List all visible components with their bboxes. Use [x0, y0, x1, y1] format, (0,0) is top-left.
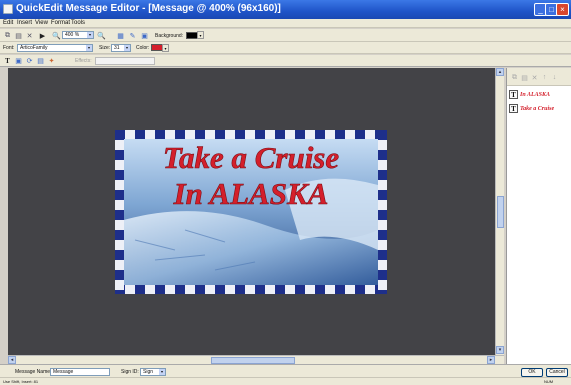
menu-edit[interactable]: Edit [3, 20, 13, 26]
message-name-label: Message Name: [15, 369, 52, 375]
message-preview[interactable]: Take a Cruise In ALASKA [115, 130, 387, 294]
color-label: Color: [136, 45, 150, 51]
text-color-dropdown[interactable]: ▾ [162, 44, 169, 52]
menu-tools[interactable]: Tools [71, 20, 85, 26]
vertical-scroll-thumb[interactable] [497, 196, 504, 228]
size-select[interactable]: 31 ▾ [111, 44, 131, 52]
title-bar: QuickEdit Message Editor - [Message @ 40… [0, 0, 571, 19]
message-properties-bar: Message Name: Message Sign ID: Sign ▾ OK … [0, 364, 571, 377]
background-label: Background: [155, 33, 184, 39]
text-layer-icon: T [509, 104, 518, 113]
app-icon [3, 4, 13, 14]
horizontal-scroll-thumb[interactable] [211, 357, 295, 364]
graphic-tool-icon[interactable]: ✦ [47, 56, 56, 65]
effects-label: Effects: [75, 58, 92, 64]
main-toolbar: ⧉ ▤ ✕ ▶ 🔍 400 % ▾ 🔍 ▦ ✎ ▣ Background: ▾ [0, 29, 571, 42]
ok-button[interactable]: OK [521, 368, 543, 377]
message-line-2: In ALASKA [173, 176, 329, 211]
menu-format[interactable]: Format [51, 20, 70, 26]
layer-down-icon[interactable]: ↓ [550, 73, 559, 82]
layers-toolbar: ⧉ ▤ ✕ ↑ ↓ [507, 68, 571, 86]
text-layer-icon: T [509, 90, 518, 99]
close-button[interactable]: × [556, 3, 569, 16]
grid-icon[interactable]: ▦ [116, 31, 125, 40]
delete-icon[interactable]: ✕ [25, 31, 34, 40]
scroll-right-icon[interactable]: ▸ [487, 356, 495, 364]
horizontal-scrollbar[interactable]: ◂ ▸ [8, 355, 504, 364]
insert-toolbar: T ▣ ⟳ ▤ ✦ Effects: [0, 55, 571, 67]
format-toolbar: Font: ArticoFamily ▾ Size: 31 ▾ Color: ▾ [0, 42, 571, 54]
status-bar: Use Shift, Insert: 81 NUM [0, 377, 571, 385]
menu-bar: Edit Insert View Format Tools [0, 19, 571, 28]
clock-tool-icon[interactable]: ▤ [36, 56, 45, 65]
font-label: Font: [3, 45, 15, 51]
vertical-scrollbar[interactable]: ▴ ▾ [495, 68, 504, 355]
cancel-button[interactable]: Cancel [546, 368, 568, 377]
window-title: QuickEdit Message Editor - [Message @ 40… [16, 3, 281, 14]
menu-view[interactable]: View [35, 20, 48, 26]
sign-id-label: Sign ID: [121, 369, 139, 375]
zoom-in-icon[interactable]: 🔍 [97, 31, 106, 40]
size-label: Size: [99, 45, 111, 51]
status-text: Use Shift, Insert: 81 [3, 379, 39, 384]
layer-label: Take a Cruise [520, 105, 555, 112]
edit-icon[interactable]: ✎ [128, 31, 137, 40]
layer-item[interactable]: T Take a Cruise [509, 103, 570, 114]
copy-icon[interactable]: ⧉ [3, 31, 12, 40]
layer-copy-icon[interactable]: ⧉ [510, 73, 519, 82]
font-select[interactable]: ArticoFamily ▾ [17, 44, 93, 52]
background-color-dropdown[interactable]: ▾ [197, 31, 204, 39]
scroll-left-icon[interactable]: ◂ [8, 356, 16, 364]
play-icon[interactable]: ▶ [38, 31, 47, 40]
animation-tool-icon[interactable]: ⟳ [25, 56, 34, 65]
message-line-1: Take a Cruise [163, 140, 340, 175]
paste-icon[interactable]: ▤ [14, 31, 23, 40]
menu-insert[interactable]: Insert [17, 20, 32, 26]
layer-paste-icon[interactable]: ▤ [520, 73, 529, 82]
sign-id-select[interactable]: Sign ▾ [140, 368, 166, 376]
layer-label: In ALASKA [520, 91, 550, 98]
zoom-select[interactable]: 400 % ▾ [62, 31, 94, 39]
layer-item[interactable]: T In ALASKA [509, 89, 570, 100]
layers-panel: ⧉ ▤ ✕ ↑ ↓ T In ALASKA T Take a Cruise [506, 68, 571, 365]
layer-delete-icon[interactable]: ✕ [530, 73, 539, 82]
preview-icon[interactable]: ▣ [140, 31, 149, 40]
message-name-input[interactable]: Message [50, 368, 110, 376]
zoom-icon[interactable]: 🔍 [52, 31, 61, 40]
image-tool-icon[interactable]: ▣ [14, 56, 23, 65]
effects-select[interactable] [95, 57, 155, 65]
scroll-down-icon[interactable]: ▾ [496, 346, 504, 354]
scroll-up-icon[interactable]: ▴ [496, 68, 504, 76]
layer-up-icon[interactable]: ↑ [540, 73, 549, 82]
num-lock-indicator: NUM [544, 379, 554, 384]
text-tool-icon[interactable]: T [3, 56, 12, 65]
